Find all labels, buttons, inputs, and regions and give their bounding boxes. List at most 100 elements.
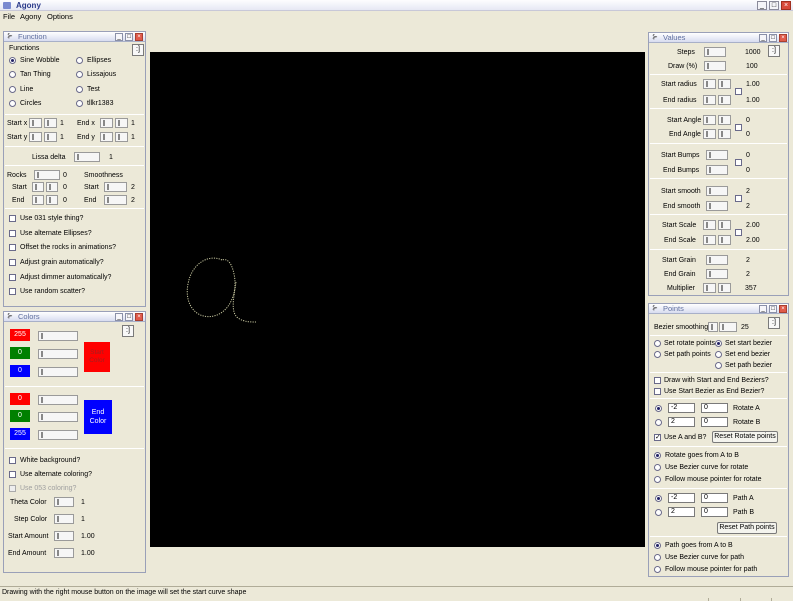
minimize-icon[interactable]: _ [115,33,123,41]
checkbox-white-background[interactable] [9,457,16,464]
function-panel-titlebar[interactable]: ⊱ Function _ □ × [4,32,145,42]
reset-rotate-points-button[interactable]: Reset Rotate points [712,431,778,443]
rocks-end-slider[interactable] [32,195,44,205]
end-red-value[interactable]: 0 [10,393,30,405]
checkbox-link-smooth[interactable] [735,195,742,202]
radio-rotate-b[interactable] [655,419,662,426]
checkbox-alt-ellipses[interactable] [9,230,16,237]
smooth-end-slider[interactable] [104,195,127,205]
start-green-value[interactable]: 0 [10,347,30,359]
radio-lissajous[interactable] [76,71,83,78]
checkbox-link-angle[interactable] [735,124,742,131]
start-x-slider[interactable] [29,118,42,128]
checkbox-link-radius[interactable] [735,88,742,95]
checkbox-link-scale[interactable] [735,229,742,236]
maximize-icon[interactable]: □ [769,305,777,313]
theta-color-slider[interactable] [54,497,74,507]
close-icon[interactable]: × [779,34,787,42]
end-radius-slider[interactable] [703,95,716,105]
lissa-delta-slider[interactable] [74,152,100,162]
maximize-icon[interactable]: □ [125,313,133,321]
maximize-icon[interactable]: □ [769,34,777,42]
start-blue-value[interactable]: 0 [10,365,30,377]
reset-path-points-button[interactable]: Reset Path points [717,522,777,534]
checkbox-use-a-and-b[interactable]: ✓ [654,434,661,441]
values-panel-titlebar[interactable]: ⊱ Values _ □ × [649,33,788,43]
end-x-slider-2[interactable] [115,118,128,128]
end-red-slider[interactable] [38,395,78,405]
radio-path-mouse[interactable] [654,566,661,573]
start-scale-slider-2[interactable] [718,220,731,230]
end-green-value[interactable]: 0 [10,410,30,422]
radio-set-end-bezier[interactable] [715,351,722,358]
maximize-icon[interactable]: □ [125,33,133,41]
radio-ellipses[interactable] [76,57,83,64]
checkbox-draw-with-beziers[interactable] [654,377,661,384]
close-icon[interactable]: × [135,33,143,41]
start-blue-slider[interactable] [38,367,78,377]
multiplier-slider[interactable] [703,283,716,293]
checkbox-031-style[interactable] [9,215,16,222]
start-y-slider-2[interactable] [44,132,57,142]
start-amount-slider[interactable] [54,531,74,541]
path-a-x-input[interactable]: -2 [668,493,695,503]
path-b-y-input[interactable]: 0 [701,507,728,517]
radio-path-a-to-b[interactable] [654,542,661,549]
multiplier-slider-2[interactable] [718,283,731,293]
close-icon[interactable]: × [779,305,787,313]
end-color-preview[interactable]: End Color [84,400,112,434]
radio-rotate-mouse[interactable] [654,476,661,483]
checkbox-alternate-coloring[interactable] [9,471,16,478]
radio-rotate-bezier[interactable] [654,464,661,471]
path-b-x-input[interactable]: 2 [668,507,695,517]
checkbox-adjust-grain[interactable] [9,259,16,266]
start-radius-slider-2[interactable] [718,79,731,89]
rocks-end-slider-2[interactable] [46,195,58,205]
radio-tllkr1383[interactable] [76,100,83,107]
radio-line[interactable] [9,86,16,93]
pin-button[interactable]: :] [122,325,134,337]
radio-rotate-a-to-b[interactable] [654,452,661,459]
rocks-start-slider[interactable] [32,182,44,192]
radio-path-bezier[interactable] [654,554,661,561]
end-angle-slider-2[interactable] [718,129,731,139]
rotate-a-x-input[interactable]: -2 [668,403,695,413]
start-red-slider[interactable] [38,331,78,341]
end-bumps-slider[interactable] [706,165,728,175]
minimize-icon[interactable]: _ [759,305,767,313]
menu-options[interactable]: Options [47,12,73,21]
checkbox-start-as-end-bezier[interactable] [654,388,661,395]
rotate-a-y-input[interactable]: 0 [701,403,728,413]
start-y-slider[interactable] [29,132,42,142]
start-grain-slider[interactable] [706,255,728,265]
start-scale-slider[interactable] [703,220,716,230]
radio-set-rotate-points[interactable] [654,340,661,347]
start-angle-slider[interactable] [703,115,716,125]
minimize-icon[interactable]: _ [759,34,767,42]
end-x-slider[interactable] [100,118,113,128]
start-angle-slider-2[interactable] [718,115,731,125]
pin-button[interactable]: :] [768,317,780,329]
radio-test[interactable] [76,86,83,93]
close-icon[interactable]: × [135,313,143,321]
start-color-preview[interactable]: Start Color [84,342,110,372]
start-radius-slider[interactable] [703,79,716,89]
rotate-b-y-input[interactable]: 0 [701,417,728,427]
path-a-y-input[interactable]: 0 [701,493,728,503]
checkbox-offset-rocks[interactable] [9,244,16,251]
minimize-icon[interactable]: _ [115,313,123,321]
radio-tan-thing[interactable] [9,71,16,78]
start-smooth-slider[interactable] [706,186,728,196]
pin-button[interactable]: :] [132,44,144,56]
bezier-smoothing-slider[interactable] [708,322,718,332]
rocks-start-slider-2[interactable] [46,182,58,192]
end-grain-slider[interactable] [706,269,728,279]
close-icon[interactable]: × [781,1,791,10]
end-blue-slider[interactable] [38,430,78,440]
start-green-slider[interactable] [38,349,78,359]
step-color-slider[interactable] [54,514,74,524]
checkbox-adjust-dimmer[interactable] [9,274,16,281]
checkbox-link-bumps[interactable] [735,159,742,166]
end-angle-slider[interactable] [703,129,716,139]
radio-set-start-bezier[interactable] [715,340,722,347]
